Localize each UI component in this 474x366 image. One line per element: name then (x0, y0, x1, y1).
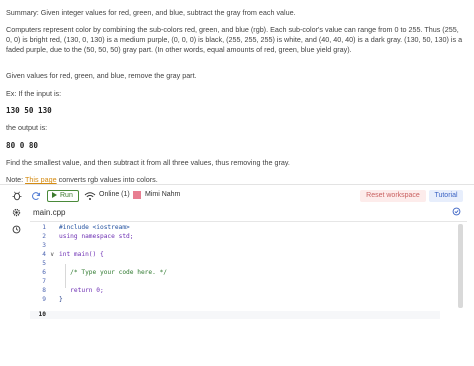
output-label: the output is: (6, 123, 48, 132)
line-number: 8 (42, 287, 46, 294)
user-name: Mimi Nahm (145, 191, 181, 198)
line-number: 1 (42, 224, 46, 231)
play-icon (52, 191, 57, 198)
refresh-icon[interactable] (31, 191, 41, 201)
code-editor[interactable]: 1 2 3 4 5 6 7 8 9 10 ∨ #include <iostrea… (30, 221, 467, 366)
line-number: 9 (42, 296, 46, 303)
file-tab-main-cpp[interactable]: main.cpp (33, 208, 65, 217)
bug-icon[interactable] (12, 191, 22, 201)
code-line: int main() { (59, 251, 104, 258)
check-circle-icon (452, 207, 461, 216)
example-label: Ex: If the input is: (6, 89, 62, 98)
editor-scrollbar[interactable] (458, 224, 463, 308)
note-suffix: converts rgb values into colors. (56, 175, 158, 184)
description-text: Computers represent color by combining t… (6, 25, 463, 54)
code-line: return 0; (59, 287, 104, 294)
line-number: 10 (38, 311, 46, 318)
wifi-icon (84, 192, 96, 200)
example-output: 80 0 80 (6, 141, 39, 150)
this-page-link[interactable]: This page (25, 175, 57, 184)
active-line-highlight (30, 311, 440, 319)
example-input: 130 50 130 (6, 106, 52, 115)
line-number: 5 (42, 260, 46, 267)
summary-text: Summary: Given integer values for red, g… (6, 8, 296, 17)
code-workspace: Run Online (1) Mimi Nahm Reset workspace… (0, 184, 474, 366)
gear-icon[interactable] (12, 208, 21, 217)
run-button[interactable]: Run (47, 190, 79, 202)
online-status: Online (1) (99, 191, 130, 198)
run-label: Run (60, 192, 73, 199)
workspace-toolbar: Run Online (1) Mimi Nahm Reset workspace… (0, 184, 474, 206)
note-prefix: Note: (6, 175, 26, 184)
tutorial-button[interactable]: Tutorial (429, 190, 463, 202)
user-color-swatch (133, 191, 141, 199)
line-number: 3 (42, 242, 46, 249)
indent-guide (65, 264, 66, 288)
code-line: using namespace std; (59, 233, 134, 240)
code-line: #include <iostream> (59, 224, 130, 231)
task-text: Given values for red, green, and blue, r… (6, 71, 197, 80)
code-line: } (59, 296, 63, 303)
clock-icon[interactable] (12, 225, 21, 234)
line-number: 6 (42, 269, 46, 276)
hint-text: Find the smallest value, and then subtra… (6, 158, 290, 167)
code-line: /* Type your code here. */ (59, 269, 168, 276)
line-number: 7 (42, 278, 46, 285)
reset-workspace-button[interactable]: Reset workspace (360, 190, 426, 202)
line-number: 2 (42, 233, 46, 240)
line-number: 4 (42, 251, 46, 258)
fold-chevron-icon[interactable]: ∨ (50, 251, 54, 258)
